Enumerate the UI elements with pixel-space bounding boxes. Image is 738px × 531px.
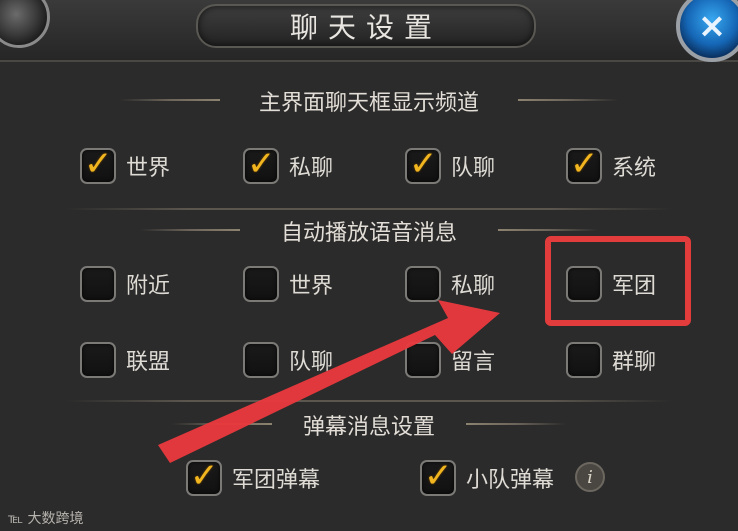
watermark: ℡ 大数跨境: [8, 508, 84, 528]
arrow-shape: [158, 300, 500, 463]
watermark-logo-icon: ℡: [8, 511, 28, 527]
watermark-text: 大数跨境: [27, 511, 84, 527]
annotation-arrow: [158, 300, 500, 463]
